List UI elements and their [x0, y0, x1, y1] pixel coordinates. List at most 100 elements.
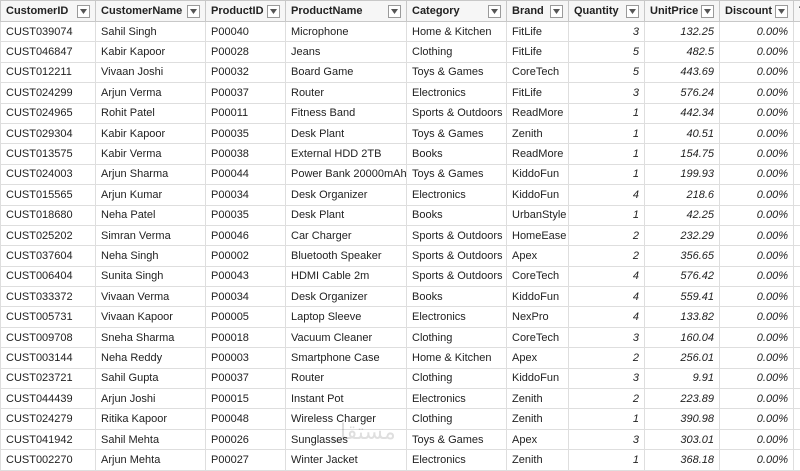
cell-unitprice[interactable]: 132.25	[645, 22, 720, 42]
cell-customerid[interactable]: CUST046847	[1, 42, 96, 62]
cell-productid[interactable]: P00044	[206, 164, 286, 184]
cell-customerid[interactable]: CUST041942	[1, 429, 96, 449]
cell-customername[interactable]: Kabir Kapoor	[96, 123, 206, 143]
cell-category[interactable]: Clothing	[407, 368, 507, 388]
cell-brand[interactable]: FitLife	[507, 83, 569, 103]
cell-productname[interactable]: Vacuum Cleaner	[286, 327, 407, 347]
cell-brand[interactable]: KiddoFun	[507, 164, 569, 184]
cell-category[interactable]: Home & Kitchen	[407, 348, 507, 368]
cell-customerid[interactable]: CUST024279	[1, 409, 96, 429]
cell-customername[interactable]: Sahil Mehta	[96, 429, 206, 449]
table-row[interactable]: CUST003144Neha ReddyP00003Smartphone Cas…	[1, 348, 800, 368]
cell-customerid[interactable]: CUST024299	[1, 83, 96, 103]
cell-t[interactable]	[794, 266, 800, 286]
cell-productname[interactable]: Fitness Band	[286, 103, 407, 123]
cell-customername[interactable]: Sneha Sharma	[96, 327, 206, 347]
cell-quantity[interactable]: 2	[569, 389, 645, 409]
cell-customerid[interactable]: CUST044439	[1, 389, 96, 409]
cell-unitprice[interactable]: 303.01	[645, 429, 720, 449]
table-row[interactable]: CUST018680Neha PatelP00035Desk PlantBook…	[1, 205, 800, 225]
cell-customerid[interactable]: CUST013575	[1, 144, 96, 164]
cell-productid[interactable]: P00035	[206, 205, 286, 225]
cell-t[interactable]	[794, 62, 800, 82]
cell-discount[interactable]: 0.00%	[720, 429, 794, 449]
cell-unitprice[interactable]: 482.5	[645, 42, 720, 62]
cell-customername[interactable]: Simran Verma	[96, 225, 206, 245]
cell-customername[interactable]: Arjun Kumar	[96, 185, 206, 205]
cell-brand[interactable]: KiddoFun	[507, 287, 569, 307]
cell-productname[interactable]: Instant Pot	[286, 389, 407, 409]
cell-productid[interactable]: P00011	[206, 103, 286, 123]
cell-productid[interactable]: P00040	[206, 22, 286, 42]
cell-unitprice[interactable]: 199.93	[645, 164, 720, 184]
cell-discount[interactable]: 0.00%	[720, 287, 794, 307]
cell-productname[interactable]: Jeans	[286, 42, 407, 62]
cell-brand[interactable]: Apex	[507, 429, 569, 449]
cell-unitprice[interactable]: 443.69	[645, 62, 720, 82]
cell-productname[interactable]: Sunglasses	[286, 429, 407, 449]
cell-discount[interactable]: 0.00%	[720, 62, 794, 82]
filter-dropdown-icon[interactable]	[550, 5, 563, 18]
cell-discount[interactable]: 0.00%	[720, 144, 794, 164]
cell-productname[interactable]: HDMI Cable 2m	[286, 266, 407, 286]
cell-t[interactable]	[794, 246, 800, 266]
cell-customerid[interactable]: CUST009708	[1, 327, 96, 347]
cell-brand[interactable]: FitLife	[507, 42, 569, 62]
cell-quantity[interactable]: 1	[569, 164, 645, 184]
cell-quantity[interactable]: 3	[569, 327, 645, 347]
cell-t[interactable]	[794, 42, 800, 62]
filter-dropdown-icon[interactable]	[626, 5, 639, 18]
cell-t[interactable]	[794, 307, 800, 327]
cell-customername[interactable]: Neha Reddy	[96, 348, 206, 368]
table-row[interactable]: CUST006404Sunita SinghP00043HDMI Cable 2…	[1, 266, 800, 286]
cell-unitprice[interactable]: 9.91	[645, 368, 720, 388]
cell-unitprice[interactable]: 576.42	[645, 266, 720, 286]
cell-discount[interactable]: 0.00%	[720, 205, 794, 225]
cell-productname[interactable]: Microphone	[286, 22, 407, 42]
cell-brand[interactable]: Apex	[507, 246, 569, 266]
table-row[interactable]: CUST044439Arjun JoshiP00015Instant PotEl…	[1, 389, 800, 409]
cell-unitprice[interactable]: 442.34	[645, 103, 720, 123]
table-row[interactable]: CUST025202Simran VermaP00046Car ChargerS…	[1, 225, 800, 245]
cell-unitprice[interactable]: 356.65	[645, 246, 720, 266]
cell-quantity[interactable]: 4	[569, 287, 645, 307]
cell-unitprice[interactable]: 390.98	[645, 409, 720, 429]
column-header-quantity[interactable]: Quantity	[569, 1, 645, 22]
cell-unitprice[interactable]: 256.01	[645, 348, 720, 368]
cell-customerid[interactable]: CUST023721	[1, 368, 96, 388]
cell-t[interactable]	[794, 389, 800, 409]
cell-quantity[interactable]: 1	[569, 103, 645, 123]
cell-productid[interactable]: P00037	[206, 368, 286, 388]
cell-quantity[interactable]: 5	[569, 42, 645, 62]
table-row[interactable]: CUST012211Vivaan JoshiP00032Board GameTo…	[1, 62, 800, 82]
cell-customername[interactable]: Vivaan Kapoor	[96, 307, 206, 327]
cell-productid[interactable]: P00026	[206, 429, 286, 449]
column-header-t[interactable]: T	[794, 1, 800, 22]
cell-t[interactable]	[794, 409, 800, 429]
cell-unitprice[interactable]: 576.24	[645, 83, 720, 103]
cell-t[interactable]	[794, 123, 800, 143]
cell-category[interactable]: Clothing	[407, 409, 507, 429]
cell-category[interactable]: Clothing	[407, 327, 507, 347]
cell-customerid[interactable]: CUST015565	[1, 185, 96, 205]
cell-productid[interactable]: P00046	[206, 225, 286, 245]
filter-dropdown-icon[interactable]	[187, 5, 200, 18]
cell-discount[interactable]: 0.00%	[720, 164, 794, 184]
table-row[interactable]: CUST015565Arjun KumarP00034Desk Organize…	[1, 185, 800, 205]
cell-unitprice[interactable]: 154.75	[645, 144, 720, 164]
cell-category[interactable]: Sports & Outdoors	[407, 246, 507, 266]
cell-productid[interactable]: P00005	[206, 307, 286, 327]
cell-quantity[interactable]: 3	[569, 368, 645, 388]
cell-productname[interactable]: Wireless Charger	[286, 409, 407, 429]
cell-customername[interactable]: Ritika Kapoor	[96, 409, 206, 429]
cell-category[interactable]: Electronics	[407, 307, 507, 327]
cell-category[interactable]: Toys & Games	[407, 429, 507, 449]
cell-productname[interactable]: Desk Plant	[286, 123, 407, 143]
cell-category[interactable]: Home & Kitchen	[407, 22, 507, 42]
cell-productid[interactable]: P00038	[206, 144, 286, 164]
cell-quantity[interactable]: 3	[569, 83, 645, 103]
cell-category[interactable]: Sports & Outdoors	[407, 103, 507, 123]
table-row[interactable]: CUST024299Arjun VermaP00037RouterElectro…	[1, 83, 800, 103]
cell-t[interactable]	[794, 368, 800, 388]
cell-unitprice[interactable]: 223.89	[645, 389, 720, 409]
